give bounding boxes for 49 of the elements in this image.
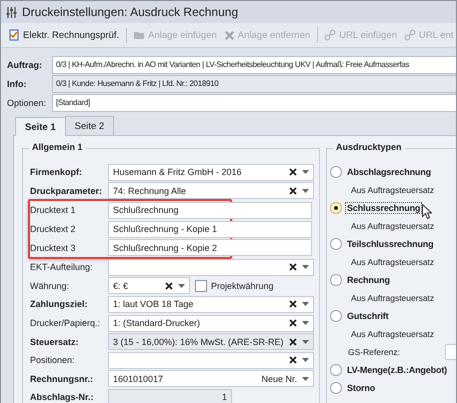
radio-label[interactable]: LV-Menge(z.B.:Angebot) xyxy=(345,364,450,376)
note-text: GS-Referenz: xyxy=(348,347,400,357)
field-label: Info: xyxy=(7,78,28,88)
dropdown-field[interactable]: 1601010017 Neue Nr. xyxy=(108,370,314,388)
radio-label[interactable]: Rechnung xyxy=(345,274,392,286)
note-text: Aus Auftragsteuersatz xyxy=(351,185,434,195)
dropdown-field[interactable]: 74: Rechnung Alle xyxy=(108,182,314,200)
input-field[interactable]: 0/3 | KH-Aufm./Abrechn. in AO mit Varianten | LV-Sicherheitsbeleuchtung UKV | Aufmaß: Freie Aufmasserfas xyxy=(52,56,456,74)
input-field[interactable]: Schlußrechnung - Kopie 2 xyxy=(108,239,312,256)
dropdown-field[interactable]: 1: (Standard-Drucker) xyxy=(108,314,314,332)
field-label: Optionen: xyxy=(7,98,48,108)
tab[interactable]: Seite 1 xyxy=(15,117,66,136)
toolbar-button[interactable]: Elektr. Rechnungsprüf. xyxy=(5,27,122,43)
field-label: Firmenkopf: xyxy=(30,167,84,178)
field-label: Drucker/Papierq.: xyxy=(30,318,102,328)
checkbox-label: Projektwährung xyxy=(211,280,274,291)
note-text: Aus Auftragsteuersatz xyxy=(351,293,434,303)
field-label: Zahlungsziel: xyxy=(30,299,89,310)
input-field[interactable]: 0/3 | Kunde: Husemann & Fritz | Lfd. Nr.: 2018910 xyxy=(52,74,456,92)
field-label: Druckparameter: xyxy=(30,186,104,196)
radio-label[interactable]: Teilschlussrechnung xyxy=(345,238,436,250)
radio-label[interactable]: Gutschrift xyxy=(345,310,391,322)
note-text: Aus Auftragsteuersatz xyxy=(351,221,434,231)
window-title: Druckeinstellungen: Ausdruck Rechnung xyxy=(22,5,238,19)
field-label: Auftrag: xyxy=(7,60,43,70)
field-label: Drucktext 3 xyxy=(30,242,77,253)
note-text: Aus Auftragsteuersatz xyxy=(351,257,434,267)
group-title: Ausdrucktypen xyxy=(333,142,405,152)
tab[interactable]: Seite 2 xyxy=(64,116,114,135)
field-label: Drucktext 1 xyxy=(30,205,77,216)
field-label: Rechnungsnr.: xyxy=(30,374,94,384)
dropdown-field[interactable]: 3 (15 - 16,00%): 16% MwSt. (ARE-SR-RE) xyxy=(108,333,314,350)
field-label: Positionen: xyxy=(30,355,76,366)
note-text: Aus Auftragsteuersatz xyxy=(351,329,434,339)
radio-label[interactable]: Abschlagsrechnung xyxy=(345,166,433,178)
field-label: Drucktext 2 xyxy=(30,224,77,234)
dropdown-field[interactable]: Husemann & Fritz GmbH - 2016 xyxy=(108,164,314,181)
group-title: Allgemein 1 xyxy=(29,142,86,152)
number-field[interactable]: 1 xyxy=(108,388,232,403)
field-label: EKT-Aufteilung: xyxy=(30,262,94,272)
input-field[interactable]: [Standard] xyxy=(52,94,456,112)
currency-dropdown[interactable]: €: € xyxy=(108,277,190,294)
dropdown-field[interactable]: 1: laut VOB 18 Tage xyxy=(108,296,314,313)
input-field[interactable]: Schlußrechnung - Kopie 1 xyxy=(108,220,312,238)
field-label: Währung: xyxy=(30,280,70,291)
field-label: Steuersatz: xyxy=(30,336,80,347)
input-field[interactable]: Schlußrechnung xyxy=(108,202,312,219)
field-label: Abschlags-Nr.: xyxy=(30,392,95,402)
radio-label[interactable]: Storno xyxy=(345,382,378,394)
